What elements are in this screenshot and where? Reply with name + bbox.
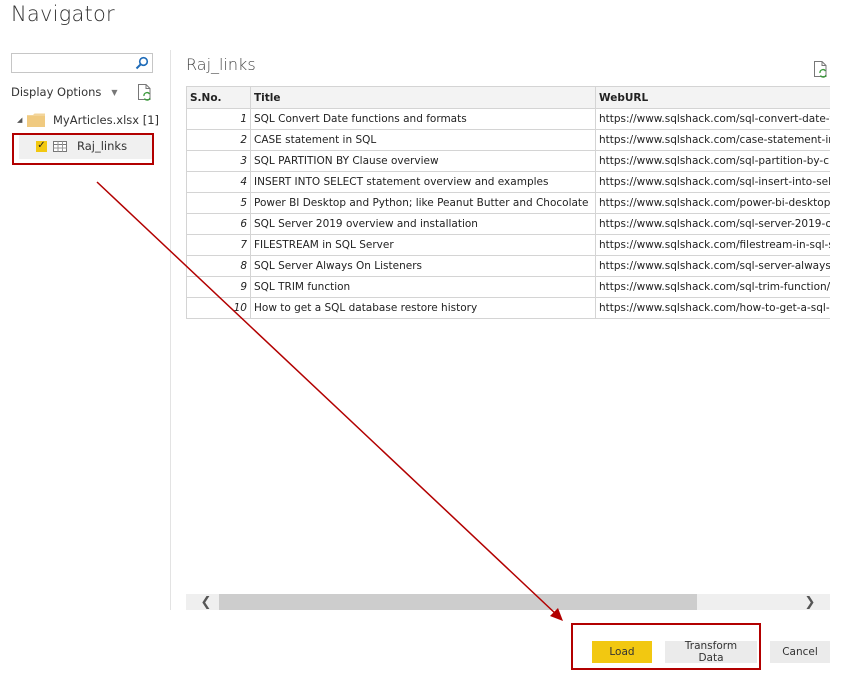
transform-data-button[interactable]: Transform Data (665, 640, 757, 664)
cell-url: https://www.sqlshack.com/filestream-in-s… (595, 234, 830, 256)
cell-url: https://www.sqlshack.com/sql-partition-b… (595, 150, 830, 172)
raj-links-checkbox[interactable]: ✓ (36, 140, 47, 152)
cell-title: FILESTREAM in SQL Server (250, 234, 596, 256)
table-row: 10 How to get a SQL database restore his… (186, 297, 830, 319)
scrollbar-thumb[interactable] (219, 594, 697, 610)
expand-triangle-icon[interactable]: ◢ (17, 116, 27, 124)
cell-url: https://www.sqlshack.com/sql-convert-dat… (595, 108, 830, 130)
cell-sno: 8 (186, 255, 251, 277)
tree-item-label: Raj_links (77, 139, 128, 153)
table-row: 5 Power BI Desktop and Python; like Pean… (186, 192, 830, 214)
tree-item-raj-links[interactable]: ✓ Raj_links (19, 133, 153, 159)
preview-table: S.No. Title WebURL 1 SQL Convert Date fu… (186, 86, 830, 319)
cell-sno: 6 (186, 213, 251, 235)
tree-item-label: MyArticles.xlsx [1] (53, 113, 160, 127)
table-header-row: S.No. Title WebURL (186, 86, 830, 109)
chevron-left-icon[interactable]: ❮ (196, 594, 216, 610)
cell-title: CASE statement in SQL (250, 129, 596, 151)
cell-title: INSERT INTO SELECT statement overview an… (250, 171, 596, 193)
cell-sno: 1 (186, 108, 251, 130)
table-row: 1 SQL Convert Date functions and formats… (186, 108, 830, 130)
load-button[interactable]: Load (592, 641, 652, 663)
cell-url: https://www.sqlshack.com/power-bi-deskto… (595, 192, 830, 214)
cell-url: https://www.sqlshack.com/sql-server-alwa… (595, 255, 830, 277)
preview-title: Raj_links (186, 55, 256, 74)
window-title: Navigator (11, 2, 115, 26)
table-row: 6 SQL Server 2019 overview and installat… (186, 213, 830, 235)
cell-title: How to get a SQL database restore histor… (250, 297, 596, 319)
cell-sno: 3 (186, 150, 251, 172)
cell-url: https://www.sqlshack.com/sql-trim-functi… (595, 276, 830, 298)
cell-sno: 7 (186, 234, 251, 256)
search-icon[interactable] (135, 56, 149, 70)
check-icon: ✓ (37, 140, 46, 151)
horizontal-scrollbar[interactable]: ❮ ❯ (186, 594, 830, 610)
folder-icon (27, 113, 45, 127)
table-row: 2 CASE statement in SQL https://www.sqls… (186, 129, 830, 151)
refresh-icon[interactable] (813, 60, 829, 78)
cell-title: SQL TRIM function (250, 276, 596, 298)
cell-sno: 9 (186, 276, 251, 298)
cell-title: SQL Server Always On Listeners (250, 255, 596, 277)
display-options-label: Display Options (11, 85, 102, 99)
cancel-button[interactable]: Cancel (770, 641, 830, 663)
pane-divider[interactable] (170, 50, 171, 610)
column-header-weburl[interactable]: WebURL (595, 86, 830, 109)
table-row: 7 FILESTREAM in SQL Server https://www.s… (186, 234, 830, 256)
table-row: 8 SQL Server Always On Listeners https:/… (186, 255, 830, 277)
preview-table-container: S.No. Title WebURL 1 SQL Convert Date fu… (186, 86, 830, 320)
cell-title: SQL PARTITION BY Clause overview (250, 150, 596, 172)
cell-title: SQL Convert Date functions and formats (250, 108, 596, 130)
refresh-icon[interactable] (137, 83, 153, 101)
table-row: 3 SQL PARTITION BY Clause overview https… (186, 150, 830, 172)
cell-sno: 4 (186, 171, 251, 193)
search-box[interactable] (11, 53, 153, 75)
table-icon (53, 140, 67, 152)
column-header-sno[interactable]: S.No. (186, 86, 251, 109)
cell-title: Power BI Desktop and Python; like Peanut… (250, 192, 596, 214)
column-header-title[interactable]: Title (250, 86, 596, 109)
cell-url: https://www.sqlshack.com/how-to-get-a-sq… (595, 297, 830, 319)
cell-sno: 5 (186, 192, 251, 214)
display-options-dropdown[interactable]: Display Options ▼ (11, 85, 118, 99)
search-input[interactable] (12, 57, 138, 75)
chevron-down-icon: ▼ (111, 87, 118, 97)
tree-item-myarticles[interactable]: ◢ MyArticles.xlsx [1] (17, 113, 159, 127)
table-row: 4 INSERT INTO SELECT statement overview … (186, 171, 830, 193)
cell-url: https://www.sqlshack.com/sql-insert-into… (595, 171, 830, 193)
cell-url: https://www.sqlshack.com/sql-server-2019… (595, 213, 830, 235)
table-row: 9 SQL TRIM function https://www.sqlshack… (186, 276, 830, 298)
cell-sno: 2 (186, 129, 251, 151)
cell-title: SQL Server 2019 overview and installatio… (250, 213, 596, 235)
cell-sno: 10 (186, 297, 251, 319)
cell-url: https://www.sqlshack.com/case-statement-… (595, 129, 830, 151)
chevron-right-icon[interactable]: ❯ (800, 594, 820, 610)
